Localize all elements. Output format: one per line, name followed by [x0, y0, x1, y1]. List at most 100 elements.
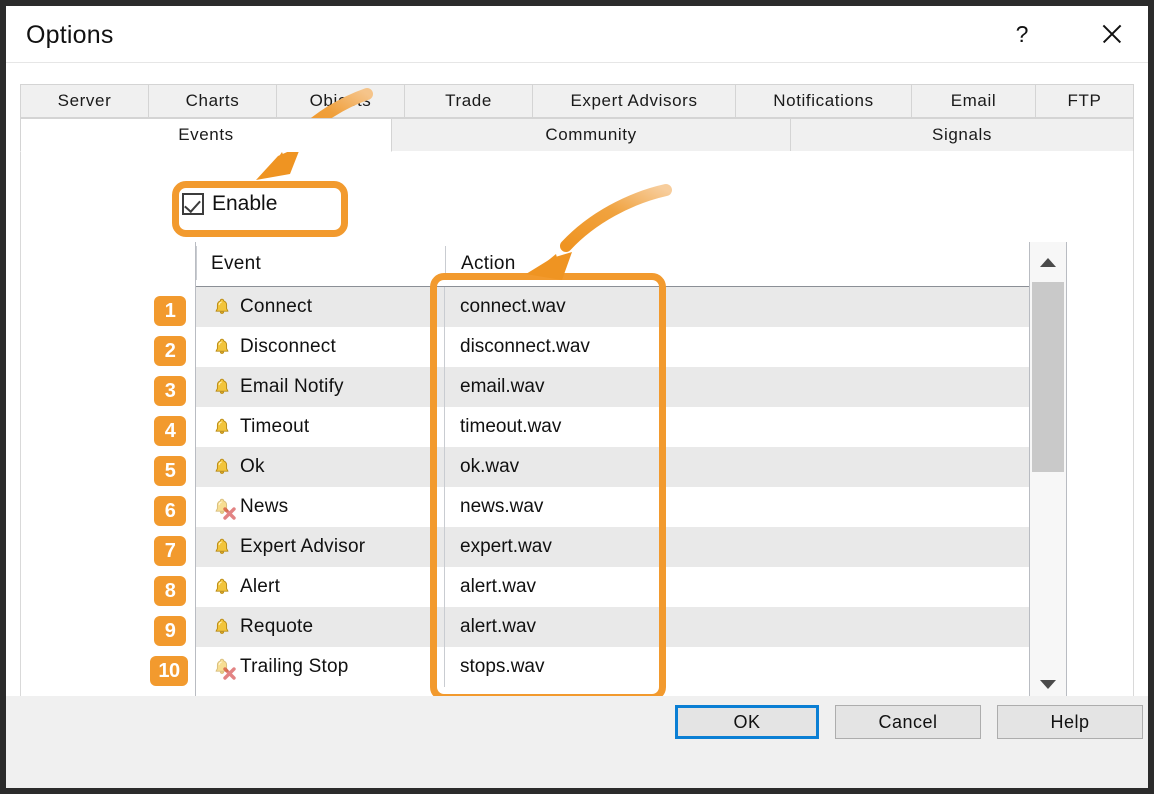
enable-checkbox[interactable] — [182, 193, 204, 215]
cell-event[interactable]: Ok — [196, 447, 445, 487]
event-label: Timeout — [240, 416, 310, 437]
bell-icon[interactable] — [211, 536, 233, 558]
cell-empty — [685, 527, 1066, 567]
table-row[interactable]: Alert alert.wav — [196, 567, 1066, 607]
chevron-up-icon[interactable] — [1030, 244, 1066, 280]
cell-action[interactable]: ok.wav — [445, 447, 685, 487]
event-label: Connect — [240, 296, 313, 317]
tab-ftp[interactable]: FTP — [1035, 84, 1134, 118]
ok-button[interactable]: OK — [675, 705, 819, 739]
tab-objects[interactable]: Objects — [276, 84, 405, 118]
vertical-scrollbar[interactable] — [1029, 242, 1066, 704]
event-label: Email Notify — [240, 376, 344, 397]
cell-action[interactable]: timeout.wav — [445, 407, 685, 447]
tab-server[interactable]: Server — [20, 84, 149, 118]
cell-action[interactable]: connect.wav — [445, 287, 685, 327]
tab-signals[interactable]: Signals — [790, 118, 1134, 152]
help-button[interactable]: Help — [997, 705, 1143, 739]
column-header-event[interactable]: Event — [211, 253, 261, 275]
close-icon[interactable] — [1089, 12, 1135, 56]
page-title: Options — [26, 21, 114, 49]
annotation-badge: 2 — [154, 336, 186, 366]
table-row[interactable]: News news.wav — [196, 487, 1066, 527]
annotation-badge: 5 — [154, 456, 186, 486]
tab-trade[interactable]: Trade — [404, 84, 533, 118]
cell-event[interactable]: News — [196, 487, 445, 527]
tab-charts[interactable]: Charts — [148, 84, 277, 118]
cell-event[interactable]: Email Notify — [196, 367, 445, 407]
cell-action[interactable]: news.wav — [445, 487, 685, 527]
scrollbar-thumb[interactable] — [1032, 282, 1064, 472]
cell-empty — [685, 327, 1066, 367]
cell-empty — [685, 447, 1066, 487]
enable-checkbox-row[interactable]: Enable — [182, 192, 277, 216]
tab-label: FTP — [1067, 91, 1102, 110]
table-row[interactable]: Email Notify email.wav — [196, 367, 1066, 407]
event-label: Requote — [240, 616, 314, 637]
cell-event[interactable]: Disconnect — [196, 327, 445, 367]
column-divider — [445, 246, 446, 280]
table-header: Event Action — [196, 242, 1066, 287]
table-row[interactable]: Requote alert.wav — [196, 607, 1066, 647]
cell-event[interactable]: Expert Advisor — [196, 527, 445, 567]
cell-empty — [685, 487, 1066, 527]
annotation-badge: 7 — [154, 536, 186, 566]
tab-expert-advisors[interactable]: Expert Advisors — [532, 84, 736, 118]
cell-empty — [685, 407, 1066, 447]
tab-label: Email — [950, 91, 997, 110]
options-dialog: Options ? Server Charts Objects Trade Expert… — [0, 0, 1154, 794]
table-row[interactable]: Timeout timeout.wav — [196, 407, 1066, 447]
cell-action[interactable]: alert.wav — [445, 607, 685, 647]
question-mark-icon[interactable]: ? — [999, 12, 1045, 56]
cell-action[interactable]: expert.wav — [445, 527, 685, 567]
bell-icon[interactable] — [211, 576, 233, 598]
tab-label: Community — [545, 125, 637, 144]
event-label: Disconnect — [240, 336, 336, 357]
annotation-badge: 8 — [154, 576, 186, 606]
title-bar: Options ? — [6, 6, 1148, 63]
cell-empty — [685, 607, 1066, 647]
tab-label: Server — [57, 91, 112, 110]
table-row[interactable]: Trailing Stop stops.wav — [196, 647, 1066, 687]
cell-empty — [685, 287, 1066, 327]
cell-action[interactable]: disconnect.wav — [445, 327, 685, 367]
cancel-button[interactable]: Cancel — [835, 705, 981, 739]
bell-icon[interactable] — [211, 456, 233, 478]
tab-label: Expert Advisors — [570, 91, 698, 110]
event-label: Ok — [240, 456, 265, 477]
cell-event[interactable]: Trailing Stop — [196, 647, 445, 687]
cell-event[interactable]: Requote — [196, 607, 445, 647]
tab-events[interactable]: Events — [20, 118, 392, 152]
tab-label: Signals — [932, 125, 992, 144]
cell-event[interactable]: Connect — [196, 287, 445, 327]
tab-label: Objects — [309, 91, 372, 110]
annotation-badge: 10 — [150, 656, 188, 686]
table-row[interactable]: Connect connect.wav — [196, 287, 1066, 327]
tab-label: Events — [178, 125, 234, 144]
table-row[interactable]: Disconnect disconnect.wav — [196, 327, 1066, 367]
cell-event[interactable]: Timeout — [196, 407, 445, 447]
bell-icon[interactable] — [211, 416, 233, 438]
tab-notifications[interactable]: Notifications — [735, 84, 912, 118]
bell-icon[interactable] — [211, 296, 233, 318]
cell-event[interactable]: Alert — [196, 567, 445, 607]
cell-empty — [685, 567, 1066, 607]
column-divider — [196, 246, 197, 280]
bell-icon[interactable] — [211, 336, 233, 358]
cell-action[interactable]: alert.wav — [445, 567, 685, 607]
table-row[interactable]: Ok ok.wav — [196, 447, 1066, 487]
tab-community[interactable]: Community — [391, 118, 791, 152]
cell-action[interactable]: stops.wav — [445, 647, 685, 687]
table-row[interactable]: Expert Advisor expert.wav — [196, 527, 1066, 567]
bell-icon[interactable] — [211, 376, 233, 398]
tab-email[interactable]: Email — [911, 84, 1036, 118]
column-header-action[interactable]: Action — [461, 253, 516, 275]
cell-empty — [685, 367, 1066, 407]
event-label: Trailing Stop — [240, 656, 349, 677]
event-label: News — [240, 496, 289, 517]
bell-icon[interactable] — [211, 616, 233, 638]
bell-disabled-icon[interactable] — [211, 656, 236, 680]
cell-action[interactable]: email.wav — [445, 367, 685, 407]
annotation-badge: 6 — [154, 496, 186, 526]
bell-disabled-icon[interactable] — [211, 496, 236, 520]
